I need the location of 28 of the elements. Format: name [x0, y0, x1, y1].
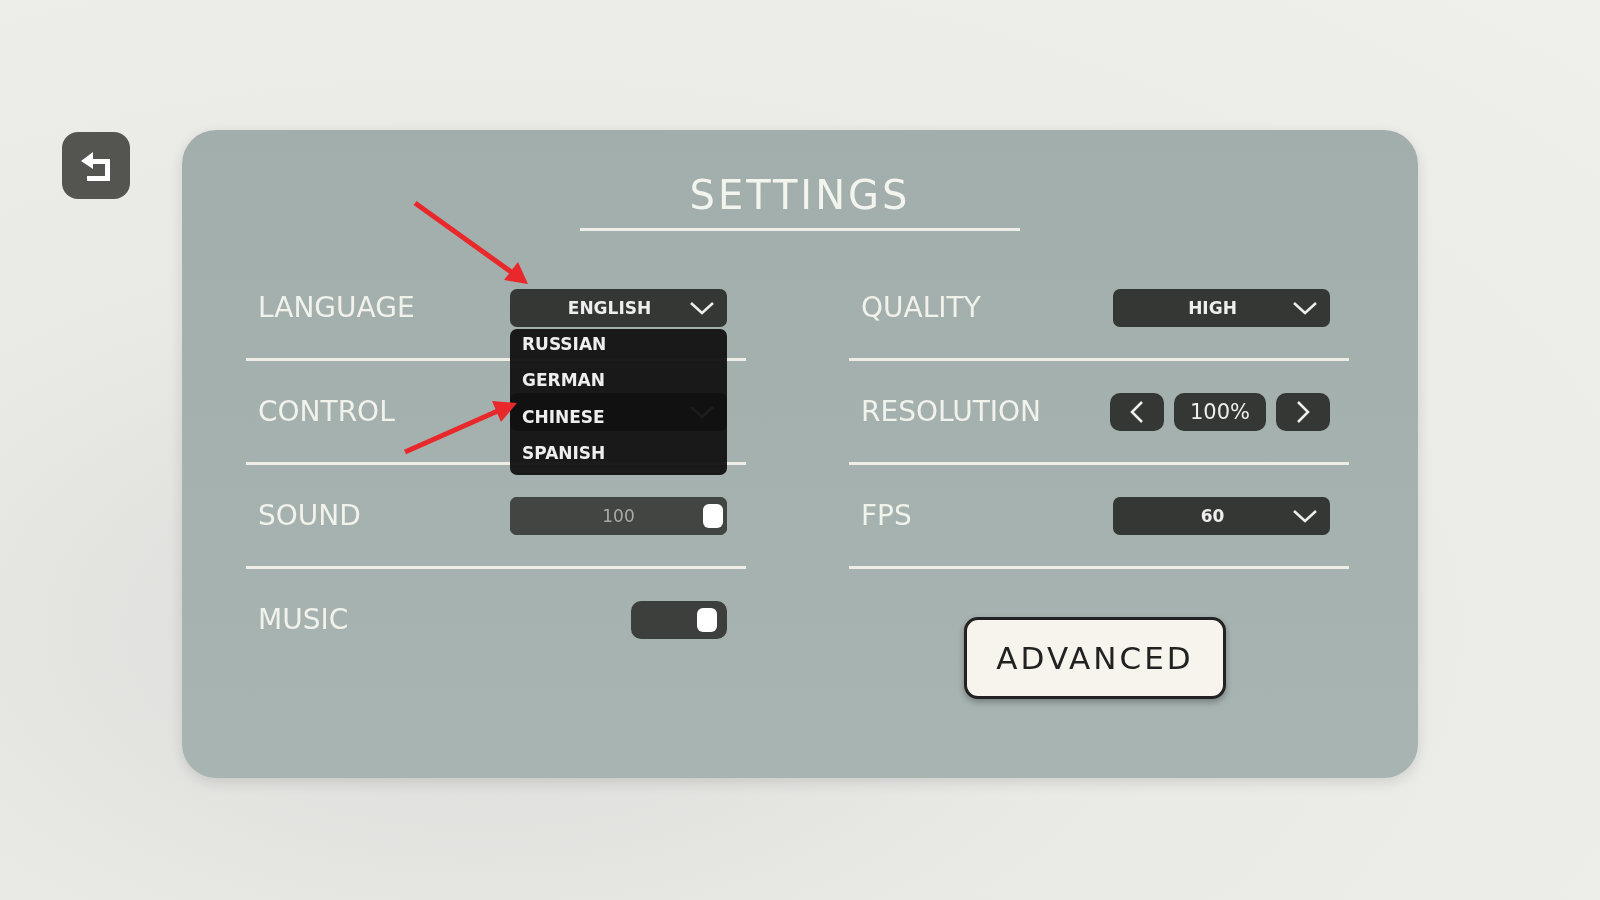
previous-button[interactable] [1110, 392, 1164, 431]
back-button[interactable] [62, 132, 130, 199]
setting-label: RESOLUTION [861, 395, 1041, 428]
chevron-down-icon [1292, 299, 1318, 316]
dropdown-option[interactable]: RUSSIAN [522, 328, 715, 365]
chevron-left-icon [1130, 399, 1144, 424]
next-button[interactable] [1276, 392, 1330, 431]
setting-label: MUSIC [258, 603, 349, 636]
setting-label: CONTROL [258, 395, 395, 428]
setting-label: QUALITY [861, 291, 981, 324]
dropdown[interactable]: HIGH [1113, 288, 1330, 327]
slider-thumb[interactable] [703, 503, 723, 528]
chevron-right-icon [1296, 399, 1310, 424]
resolution-value: 100% [1174, 392, 1266, 431]
toggle-switch[interactable] [631, 600, 727, 639]
slider-track[interactable]: 100 [510, 496, 727, 535]
slider-value: 100 [602, 505, 635, 526]
setting-label: SOUND [258, 499, 361, 532]
dropdown-option[interactable]: SPANISH [522, 438, 715, 475]
dropdown-option[interactable]: GERMAN [522, 365, 715, 402]
chevron-down-icon [1292, 507, 1318, 524]
setting-label: LANGUAGE [258, 291, 415, 324]
setting-label: FPS [861, 499, 912, 532]
dropdown-option[interactable]: CHINESE [522, 401, 715, 438]
advanced-button[interactable]: ADVANCED [964, 617, 1226, 699]
dropdown[interactable]: 60 [1113, 496, 1330, 535]
chevron-down-icon [689, 299, 715, 316]
settings-title: SETTINGS [579, 172, 1021, 231]
